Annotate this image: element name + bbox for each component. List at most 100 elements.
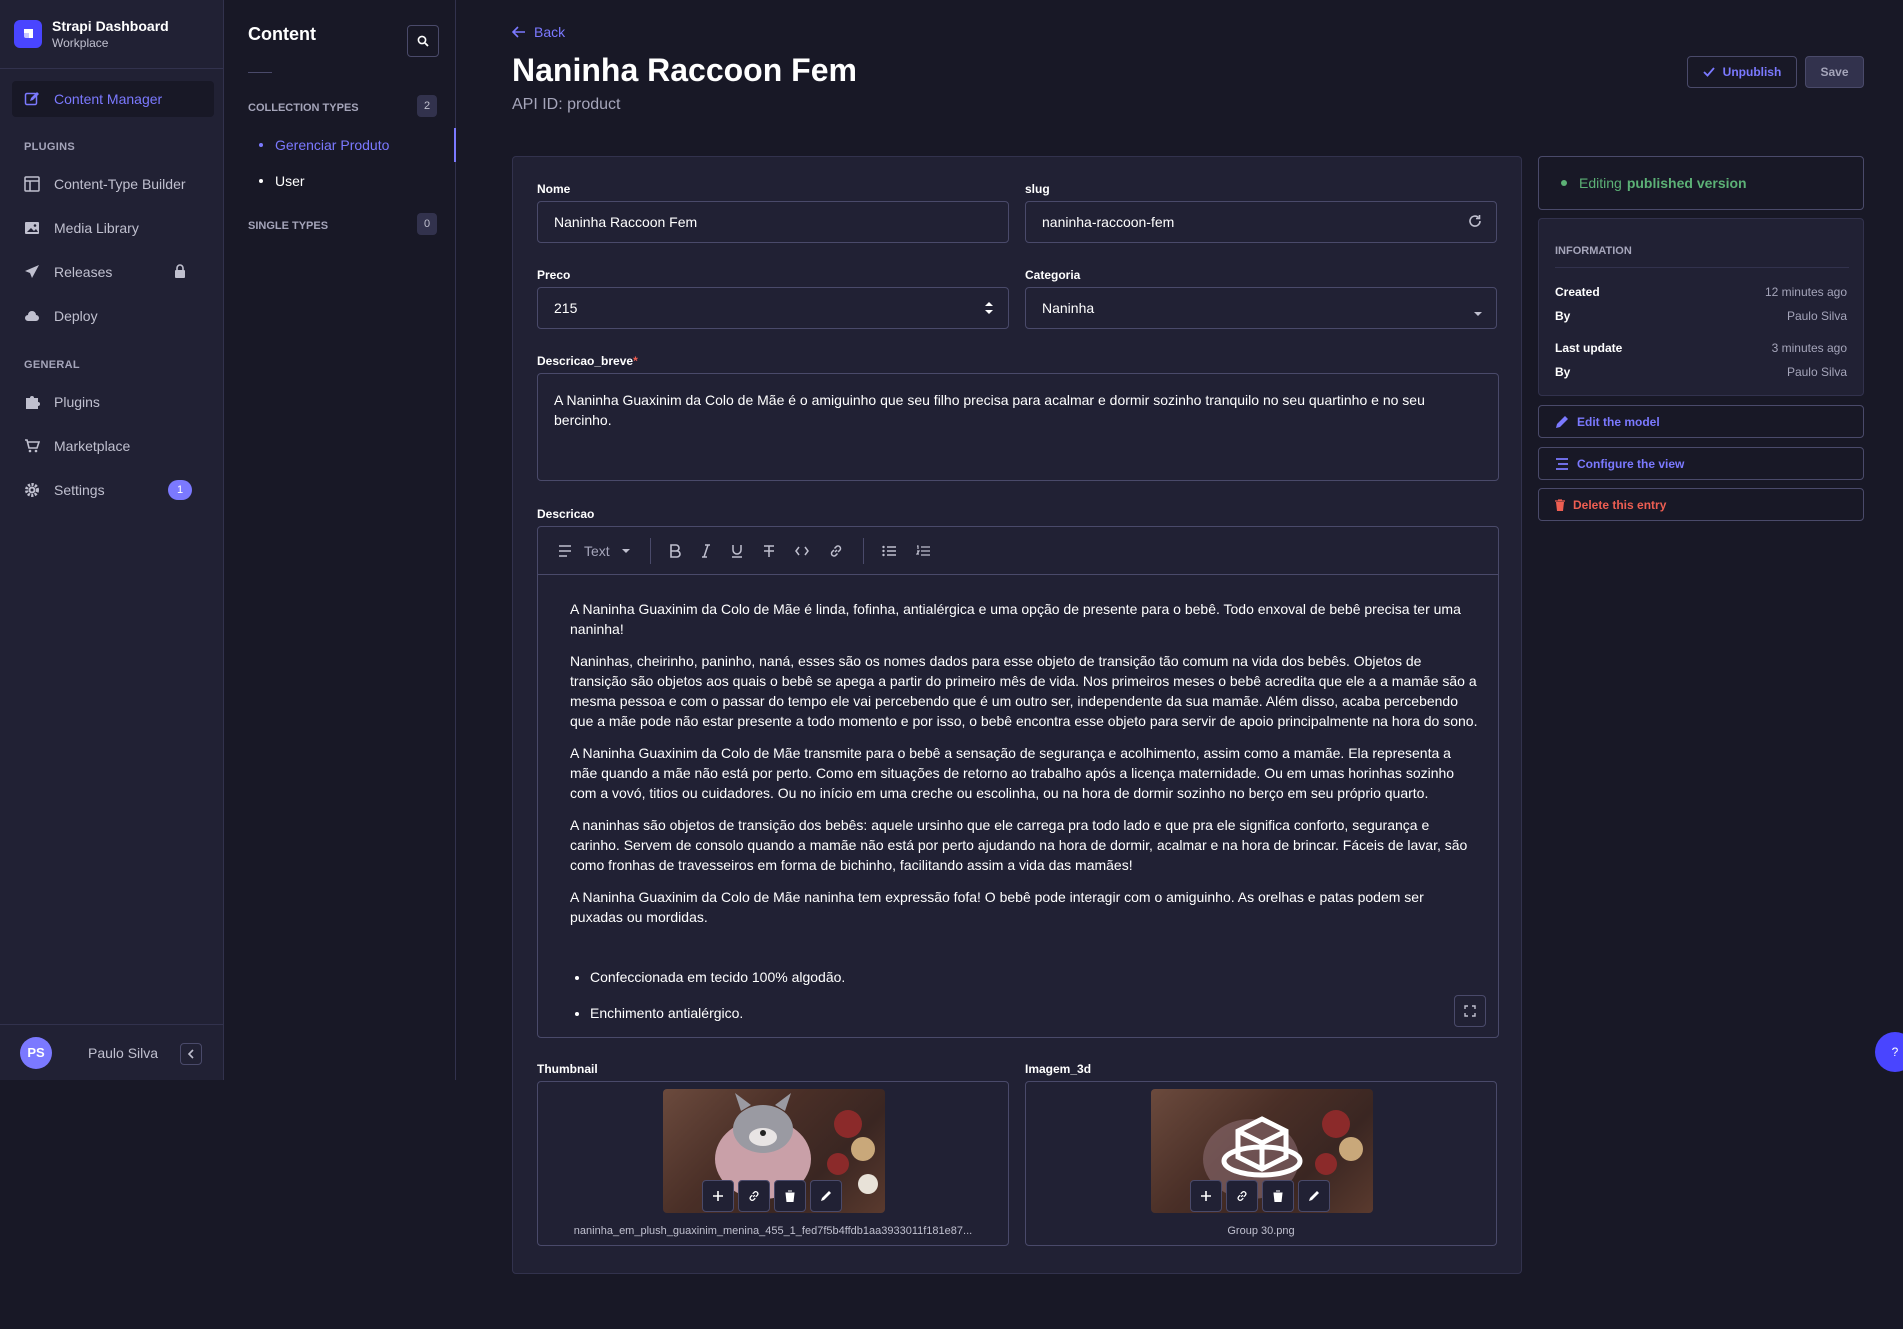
nome-input[interactable]: Naninha Raccoon Fem	[537, 201, 1009, 243]
configure-view-label: Configure the view	[1577, 456, 1685, 471]
toolbar-separator	[649, 537, 651, 564]
status-strong: published version	[1626, 175, 1747, 191]
edit-form-card: Nome Naninha Raccoon Fem slug naninha-ra…	[512, 156, 1522, 1274]
preco-label: Preco	[537, 268, 571, 282]
code-icon[interactable]	[794, 546, 809, 556]
save-button[interactable]: Save	[1805, 56, 1864, 88]
align-left-icon	[559, 544, 571, 557]
information-panel: INFORMATION Created 12 minutes ago By Pa…	[1538, 218, 1864, 396]
descricao-label: Descricao	[537, 507, 595, 521]
created-by-value: Paulo Silva	[1786, 309, 1847, 323]
content-subnav: Content COLLECTION TYPES 2 Gerenciar Pro…	[225, 0, 456, 1080]
toolbar-separator	[862, 537, 864, 564]
nav-label: Plugins	[54, 394, 100, 410]
underline-icon[interactable]	[731, 544, 743, 558]
link-icon[interactable]	[738, 1180, 770, 1212]
gear-icon	[24, 482, 40, 498]
pencil-square-icon	[24, 91, 40, 107]
avatar[interactable]: PS	[20, 1036, 52, 1069]
trash-icon	[1555, 498, 1565, 511]
nav-media-library[interactable]: Media Library	[12, 210, 214, 246]
stepper-icon[interactable]	[984, 300, 994, 319]
bulleted-list-icon[interactable]	[881, 545, 896, 557]
divider	[248, 72, 272, 73]
edit-model-button[interactable]: Edit the model	[1538, 405, 1864, 438]
help-button[interactable]: ?	[1875, 1032, 1903, 1072]
collection-types-count: 2	[417, 95, 437, 117]
collection-types-heading: COLLECTION TYPES	[248, 102, 359, 114]
descricao-breve-textarea[interactable]: A Naninha Guaxinim da Colo de Mãe é o am…	[537, 373, 1499, 481]
editor-content[interactable]: A Naninha Guaxinim da Colo de Mãe é lind…	[538, 575, 1498, 1023]
slug-value: naninha-raccoon-fem	[1042, 214, 1175, 230]
strikethrough-icon[interactable]	[763, 544, 775, 558]
imagem-3d-filename: Group 30.png	[1227, 1225, 1295, 1237]
nav-plugins[interactable]: Plugins	[12, 384, 214, 420]
expand-icon	[1464, 1005, 1476, 1017]
created-value: 12 minutes ago	[1764, 285, 1847, 299]
link-icon[interactable]	[1226, 1180, 1258, 1212]
subnav-item-gerenciar-produto[interactable]: Gerenciar Produto	[259, 137, 389, 153]
trash-icon[interactable]	[774, 1180, 806, 1212]
caret-down-icon	[1474, 304, 1482, 320]
rich-text-editor[interactable]: Text A Naninha Guaxinim da Colo de Mãe é…	[537, 526, 1499, 1038]
slug-input[interactable]: naninha-raccoon-fem	[1025, 201, 1497, 243]
shopping-cart-icon	[24, 438, 40, 454]
slug-label: slug	[1025, 182, 1050, 196]
nav-content-manager[interactable]: Content Manager	[12, 81, 214, 117]
pencil-icon[interactable]	[1298, 1180, 1330, 1212]
categoria-select[interactable]: Naninha	[1025, 287, 1497, 329]
nav-footer: PS Paulo Silva	[0, 1024, 224, 1080]
lock-icon	[174, 263, 186, 281]
block-type-select[interactable]: Text	[558, 543, 630, 559]
bold-icon[interactable]	[669, 543, 681, 558]
edit-model-label: Edit the model	[1577, 414, 1660, 429]
subnav-item-user[interactable]: User	[259, 173, 305, 189]
nav-releases[interactable]: Releases	[12, 254, 214, 290]
configure-view-button[interactable]: Configure the view	[1538, 447, 1864, 480]
pencil-icon[interactable]	[810, 1180, 842, 1212]
preco-input[interactable]: 215	[537, 287, 1009, 329]
thumbnail-filename: naninha_em_plush_guaxinim_menina_455_1_f…	[573, 1225, 973, 1237]
puzzle-icon	[24, 394, 40, 410]
settings-badge: 1	[168, 480, 192, 500]
add-icon[interactable]	[702, 1180, 734, 1212]
numbered-list-icon[interactable]	[915, 544, 930, 557]
nav-content-type-builder[interactable]: Content-Type Builder	[12, 166, 214, 202]
nav-section-general: GENERAL	[24, 359, 80, 371]
preco-value: 215	[554, 300, 578, 316]
back-link[interactable]: Back	[512, 24, 565, 40]
expand-editor-button[interactable]	[1454, 995, 1486, 1027]
editor-paragraph: A Naninha Guaxinim da Colo de Mãe transm…	[570, 745, 1455, 801]
api-id: API ID: product	[512, 96, 621, 113]
status-prefix: Editing	[1579, 175, 1622, 191]
descricao-breve-label: Descricao_breve*	[537, 354, 638, 368]
nome-label: Nome	[537, 182, 571, 196]
refresh-icon[interactable]	[1468, 214, 1482, 231]
subnav-item-label: Gerenciar Produto	[275, 137, 390, 153]
nav-marketplace[interactable]: Marketplace	[12, 428, 214, 464]
editor-paragraph: A Naninha Guaxinim da Colo de Mãe é lind…	[570, 601, 1461, 637]
nav-settings[interactable]: Settings 1	[12, 472, 214, 508]
single-types-count: 0	[417, 213, 437, 235]
last-update-label: Last update	[1555, 341, 1623, 355]
thumbnail-field[interactable]: naninha_em_plush_guaxinim_menina_455_1_f…	[537, 1081, 1009, 1246]
single-types-heading: SINGLE TYPES	[248, 220, 329, 232]
nav-deploy[interactable]: Deploy	[12, 298, 214, 334]
unpublish-button[interactable]: Unpublish	[1687, 56, 1797, 88]
user-name[interactable]: Paulo Silva	[88, 1045, 158, 1061]
delete-entry-button[interactable]: Delete this entry	[1538, 488, 1864, 521]
add-icon[interactable]	[1190, 1180, 1222, 1212]
brand: Strapi Dashboard Workplace	[0, 0, 223, 69]
italic-icon[interactable]	[701, 543, 711, 558]
thumbnail-label: Thumbnail	[537, 1062, 598, 1076]
link-icon[interactable]	[829, 544, 843, 558]
trash-icon[interactable]	[1262, 1180, 1294, 1212]
imagem-3d-field[interactable]: Group 30.png	[1025, 1081, 1497, 1246]
brand-subtitle: Workplace	[52, 36, 109, 50]
created-by-label: By	[1555, 309, 1571, 323]
nav-label: Settings	[54, 482, 105, 498]
collapse-nav-button[interactable]	[180, 1043, 202, 1065]
list-item: Confeccionada em tecido 100% algodão.	[590, 967, 1478, 987]
editor-bullet-list: Confeccionada em tecido 100% algodão. En…	[570, 967, 1478, 1023]
subnav-search-button[interactable]	[407, 25, 439, 57]
